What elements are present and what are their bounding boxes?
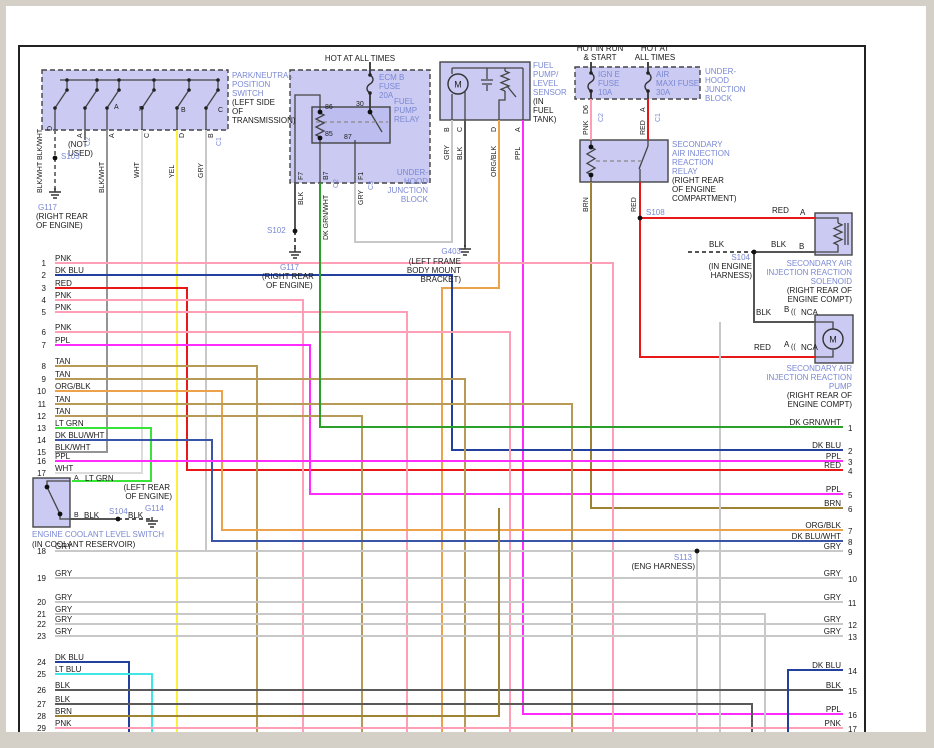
coolant-contact-bot — [57, 511, 63, 517]
pn-contact-dot — [140, 106, 144, 110]
pn-contact-dot — [216, 78, 220, 82]
frame-right — [864, 45, 866, 732]
pn-contact-dot — [53, 106, 57, 110]
pn-contact-dot — [216, 88, 220, 92]
wire-left-8-TAN — [55, 365, 258, 732]
ign-e-fuse-dot — [589, 89, 593, 93]
pin-85 — [317, 135, 323, 141]
air-maxi-fuse-dot — [646, 71, 650, 75]
ground-G117-left — [49, 188, 61, 199]
ign-e-fuse-dot — [589, 71, 593, 75]
wire-sair-relay-red — [639, 182, 815, 358]
ecm-b-fuse-dot — [368, 73, 372, 77]
splice-S104-left — [115, 516, 121, 522]
wire-left-24-DK BLU — [55, 661, 130, 732]
wire-left-14-DK BLU/WHT — [55, 439, 843, 542]
fuel-pump-motor-label: M — [454, 80, 462, 90]
wire-left-11-TAN — [55, 403, 573, 732]
diagram-canvas: MM — [32, 61, 854, 732]
wire-left-1-PNK — [55, 262, 614, 732]
fuel-pump-level-sensor-box — [439, 61, 531, 121]
pin-86 — [317, 109, 323, 115]
sair-coil-top — [588, 144, 594, 150]
pn-contact-dot — [187, 78, 191, 82]
splice-S104-right — [751, 249, 757, 255]
park-neutral-switch-box — [41, 69, 229, 131]
bottom-gutter — [0, 732, 934, 748]
ground-G403 — [459, 245, 471, 256]
pn-contact-dot — [65, 78, 69, 82]
pn-contact-dot — [83, 106, 87, 110]
pn-contact-dot — [187, 88, 191, 92]
underhood-junction-block-box-2 — [574, 66, 701, 100]
pn-contact-dot — [95, 88, 99, 92]
pn-contact-dot — [105, 106, 109, 110]
frame-top — [18, 45, 866, 47]
pn-contact-dot — [175, 106, 179, 110]
wire-pump-blk-nca — [753, 252, 815, 323]
pin-30 — [367, 109, 373, 115]
wire-sair-relay-brn — [590, 182, 843, 509]
splice-S108 — [637, 215, 643, 221]
splice-S103 — [52, 155, 58, 161]
air-maxi-fuse-dot — [646, 89, 650, 93]
sair-coil-bot — [588, 172, 594, 178]
pn-contact-dot — [65, 88, 69, 92]
wire-left-2-DK BLU — [55, 274, 843, 451]
pn-contact-dot — [152, 88, 156, 92]
wire-right-14-DK BLU — [787, 669, 843, 732]
pn-contact-dot — [95, 78, 99, 82]
pn-contact-dot — [117, 88, 121, 92]
wire-right-1-DK GRN/WHT — [319, 183, 843, 428]
ecm-b-fuse-dot — [368, 91, 372, 95]
coolant-contact-top — [44, 484, 50, 490]
pn-contact-dot — [117, 78, 121, 82]
pn-contact-dot — [152, 78, 156, 82]
wire-left-9-TAN — [55, 378, 466, 732]
wire-left-4-PNK — [55, 299, 304, 732]
wire-left-12-TAN — [55, 415, 363, 732]
right-gutter — [926, 0, 934, 748]
ground-G117-mid — [289, 248, 301, 259]
sair-solenoid-box — [814, 212, 853, 256]
splice-S113 — [694, 548, 700, 554]
frame-left — [18, 45, 20, 732]
wire-left-28-BRN — [55, 508, 500, 717]
wire-left-7-PPL — [55, 344, 843, 495]
pn-contact-dot — [204, 106, 208, 110]
splice-S102 — [292, 228, 298, 234]
sair-pump-motor-label: M — [829, 335, 837, 345]
wiring-diagram-screen: { "palette":{"PNK":"#FF9FB7","DKBLU":"#2… — [0, 0, 934, 748]
